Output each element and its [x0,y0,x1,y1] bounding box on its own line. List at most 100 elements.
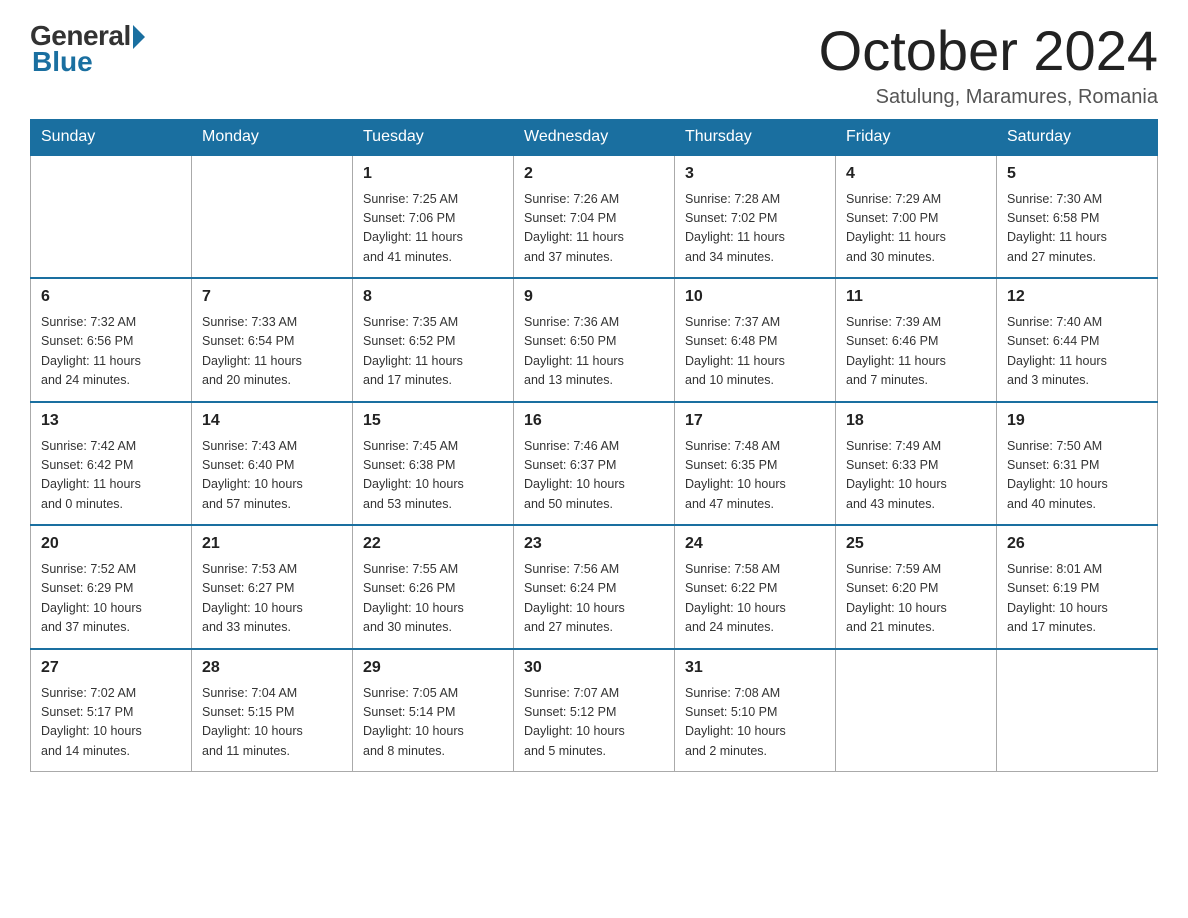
day-number: 30 [524,656,664,680]
calendar-cell: 11Sunrise: 7:39 AM Sunset: 6:46 PM Dayli… [836,278,997,402]
day-info: Sunrise: 7:05 AM Sunset: 5:14 PM Dayligh… [363,684,503,762]
month-title: October 2024 [819,20,1158,82]
day-number: 22 [363,532,503,556]
day-number: 31 [685,656,825,680]
day-info: Sunrise: 7:04 AM Sunset: 5:15 PM Dayligh… [202,684,342,762]
day-info: Sunrise: 7:55 AM Sunset: 6:26 PM Dayligh… [363,560,503,638]
weekday-header-row: SundayMondayTuesdayWednesdayThursdayFrid… [31,119,1158,155]
day-number: 27 [41,656,181,680]
day-number: 21 [202,532,342,556]
weekday-header-sunday: Sunday [31,119,192,155]
calendar-cell: 15 Sunrise: 7:45 AM Sunset: 6:38 PM Dayli… [353,402,514,526]
day-info: Sunrise: 7:07 AM Sunset: 5:12 PM Dayligh… [524,684,664,762]
day-info: Sunrise: 7:26 AM Sunset: 7:04 PM Dayligh… [524,190,664,268]
day-info: Sunrise: 7:32 AM Sunset: 6:56 PM Dayligh… [41,313,181,391]
calendar-cell: 21Sunrise: 7:53 AM Sunset: 6:27 PM Dayli… [192,525,353,649]
logo-arrow-icon [133,25,145,49]
calendar-week-row: 6 Sunrise: 7:32 AM Sunset: 6:56 PM Daylig… [31,278,1158,402]
calendar-cell: 1 Sunrise: 7:25 AM Sunset: 7:06 PM Daylig… [353,155,514,279]
day-info: Sunrise: 7:37 AM Sunset: 6:48 PM Dayligh… [685,313,825,391]
day-info: Sunrise: 7:49 AM Sunset: 6:33 PM Dayligh… [846,437,986,515]
day-info: Sunrise: 7:45 AM Sunset: 6:38 PM Dayligh… [363,437,503,515]
day-info: Sunrise: 7:50 AM Sunset: 6:31 PM Dayligh… [1007,437,1147,515]
calendar-cell: 4 Sunrise: 7:29 AM Sunset: 7:00 PM Daylig… [836,155,997,279]
weekday-header-saturday: Saturday [997,119,1158,155]
weekday-header-tuesday: Tuesday [353,119,514,155]
calendar-cell: 25Sunrise: 7:59 AM Sunset: 6:20 PM Dayli… [836,525,997,649]
day-info: Sunrise: 7:29 AM Sunset: 7:00 PM Dayligh… [846,190,986,268]
day-number: 16 [524,409,664,433]
calendar-week-row: 20Sunrise: 7:52 AM Sunset: 6:29 PM Dayli… [31,525,1158,649]
calendar-week-row: 1 Sunrise: 7:25 AM Sunset: 7:06 PM Daylig… [31,155,1158,279]
day-number: 8 [363,285,503,309]
page-header: General Blue October 2024 Satulung, Mara… [30,20,1158,109]
day-info: Sunrise: 7:46 AM Sunset: 6:37 PM Dayligh… [524,437,664,515]
calendar-cell: 8Sunrise: 7:35 AM Sunset: 6:52 PM Daylig… [353,278,514,402]
day-info: Sunrise: 7:25 AM Sunset: 7:06 PM Dayligh… [363,190,503,268]
day-info: Sunrise: 7:48 AM Sunset: 6:35 PM Dayligh… [685,437,825,515]
calendar-cell: 5 Sunrise: 7:30 AM Sunset: 6:58 PM Daylig… [997,155,1158,279]
calendar-cell [192,155,353,279]
calendar-cell: 13Sunrise: 7:42 AM Sunset: 6:42 PM Dayli… [31,402,192,526]
day-info: Sunrise: 7:08 AM Sunset: 5:10 PM Dayligh… [685,684,825,762]
calendar-cell: 18 Sunrise: 7:49 AM Sunset: 6:33 PM Dayli… [836,402,997,526]
weekday-header-wednesday: Wednesday [514,119,675,155]
day-number: 9 [524,285,664,309]
day-number: 15 [363,409,503,433]
day-number: 4 [846,162,986,186]
calendar-cell: 27Sunrise: 7:02 AM Sunset: 5:17 PM Dayli… [31,649,192,772]
weekday-header-friday: Friday [836,119,997,155]
calendar-header: SundayMondayTuesdayWednesdayThursdayFrid… [31,119,1158,155]
logo: General Blue [30,20,145,78]
day-number: 29 [363,656,503,680]
calendar-week-row: 13Sunrise: 7:42 AM Sunset: 6:42 PM Dayli… [31,402,1158,526]
day-number: 10 [685,285,825,309]
calendar-table: SundayMondayTuesdayWednesdayThursdayFrid… [30,119,1158,773]
day-number: 2 [524,162,664,186]
day-number: 20 [41,532,181,556]
calendar-cell: 26 Sunrise: 8:01 AM Sunset: 6:19 PM Dayli… [997,525,1158,649]
calendar-cell: 24Sunrise: 7:58 AM Sunset: 6:22 PM Dayli… [675,525,836,649]
day-info: Sunrise: 7:30 AM Sunset: 6:58 PM Dayligh… [1007,190,1147,268]
day-number: 28 [202,656,342,680]
day-number: 18 [846,409,986,433]
day-info: Sunrise: 7:39 AM Sunset: 6:46 PM Dayligh… [846,313,986,391]
calendar-cell: 17 Sunrise: 7:48 AM Sunset: 6:35 PM Dayli… [675,402,836,526]
calendar-cell: 31 Sunrise: 7:08 AM Sunset: 5:10 PM Dayli… [675,649,836,772]
calendar-cell: 28 Sunrise: 7:04 AM Sunset: 5:15 PM Dayli… [192,649,353,772]
day-number: 24 [685,532,825,556]
calendar-cell: 6 Sunrise: 7:32 AM Sunset: 6:56 PM Daylig… [31,278,192,402]
calendar-cell [31,155,192,279]
calendar-week-row: 27Sunrise: 7:02 AM Sunset: 5:17 PM Dayli… [31,649,1158,772]
day-number: 19 [1007,409,1147,433]
day-info: Sunrise: 7:59 AM Sunset: 6:20 PM Dayligh… [846,560,986,638]
calendar-cell: 14Sunrise: 7:43 AM Sunset: 6:40 PM Dayli… [192,402,353,526]
calendar-cell: 3 Sunrise: 7:28 AM Sunset: 7:02 PM Daylig… [675,155,836,279]
day-info: Sunrise: 7:28 AM Sunset: 7:02 PM Dayligh… [685,190,825,268]
calendar-cell: 10 Sunrise: 7:37 AM Sunset: 6:48 PM Dayli… [675,278,836,402]
calendar-cell: 30 Sunrise: 7:07 AM Sunset: 5:12 PM Dayli… [514,649,675,772]
day-number: 17 [685,409,825,433]
title-section: October 2024 Satulung, Maramures, Romani… [819,20,1158,109]
day-info: Sunrise: 7:40 AM Sunset: 6:44 PM Dayligh… [1007,313,1147,391]
calendar-cell: 22 Sunrise: 7:55 AM Sunset: 6:26 PM Dayli… [353,525,514,649]
day-number: 3 [685,162,825,186]
location-text: Satulung, Maramures, Romania [819,86,1158,109]
day-number: 23 [524,532,664,556]
calendar-cell: 16 Sunrise: 7:46 AM Sunset: 6:37 PM Dayli… [514,402,675,526]
day-number: 6 [41,285,181,309]
day-number: 13 [41,409,181,433]
calendar-cell: 19 Sunrise: 7:50 AM Sunset: 6:31 PM Dayli… [997,402,1158,526]
day-info: Sunrise: 7:33 AM Sunset: 6:54 PM Dayligh… [202,313,342,391]
calendar-body: 1 Sunrise: 7:25 AM Sunset: 7:06 PM Daylig… [31,155,1158,772]
day-number: 1 [363,162,503,186]
day-number: 7 [202,285,342,309]
day-info: Sunrise: 8:01 AM Sunset: 6:19 PM Dayligh… [1007,560,1147,638]
day-info: Sunrise: 7:36 AM Sunset: 6:50 PM Dayligh… [524,313,664,391]
weekday-header-monday: Monday [192,119,353,155]
day-number: 26 [1007,532,1147,556]
calendar-cell [836,649,997,772]
day-number: 12 [1007,285,1147,309]
day-number: 5 [1007,162,1147,186]
calendar-cell: 12 Sunrise: 7:40 AM Sunset: 6:44 PM Dayli… [997,278,1158,402]
